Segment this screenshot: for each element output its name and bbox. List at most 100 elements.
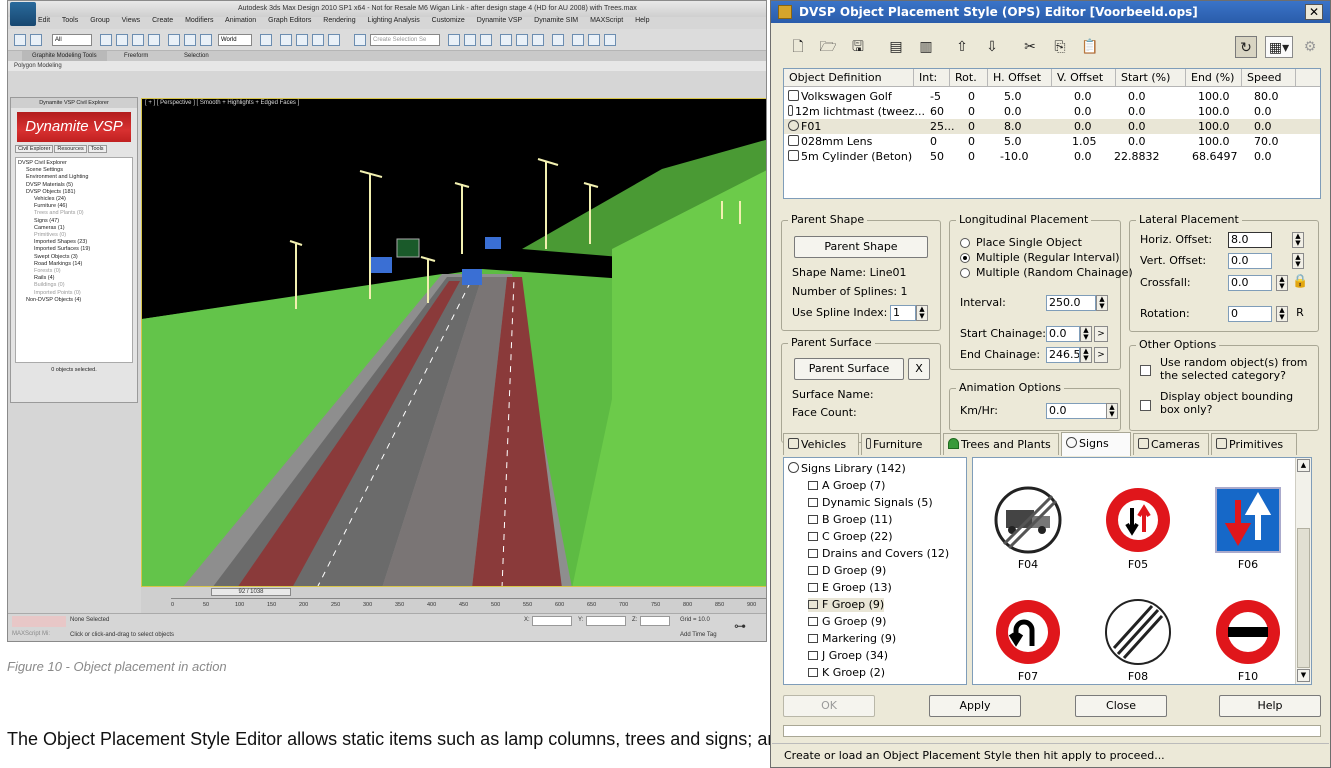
interval-spinner[interactable]: ▲ ▼	[1096, 295, 1108, 311]
move-up-icon[interactable]: ⇧	[951, 36, 973, 58]
tab-signs[interactable]: Signs	[1061, 432, 1131, 456]
kmhr-spinner[interactable]: ▲ ▼	[1106, 403, 1118, 419]
object-definition-list[interactable]: Object Definition Int: Rot. H. Offset V.…	[783, 68, 1321, 199]
render-production-icon[interactable]	[604, 34, 616, 46]
tab-vehicles[interactable]: Vehicles	[783, 433, 859, 455]
menu-animation[interactable]: Animation	[225, 17, 256, 24]
menu-graph-editors[interactable]: Graph Editors	[268, 17, 311, 24]
tree-item[interactable]: Imported Surfaces (19)	[18, 246, 130, 253]
add-time-tag[interactable]: Add Time Tag	[680, 632, 717, 638]
vert-offset-spinner[interactable]: ▲ ▼	[1292, 253, 1304, 269]
tree-item[interactable]: DVSP Objects (181)	[18, 189, 130, 196]
rotation-spinner[interactable]: ▲ ▼	[1276, 306, 1288, 322]
app-icon[interactable]	[778, 5, 792, 19]
start-chainage-pick-button[interactable]: >	[1094, 326, 1108, 342]
library-folder[interactable]: C Groep (22)	[808, 530, 893, 544]
close-window-button[interactable]: ✕	[1305, 4, 1323, 20]
sign-tile-f06[interactable]: F06	[1213, 486, 1283, 571]
tab-furniture[interactable]: Furniture	[861, 433, 941, 455]
snaps-icon[interactable]	[280, 34, 292, 46]
window-crossing-icon[interactable]	[148, 34, 160, 46]
horiz-offset-input[interactable]: 8.0	[1228, 232, 1272, 248]
tree-item[interactable]: Primitives (0)	[18, 232, 130, 239]
vert-offset-input[interactable]: 0.0	[1228, 253, 1272, 269]
unlink-icon[interactable]	[30, 34, 42, 46]
align-icon[interactable]	[464, 34, 476, 46]
tab-civil-explorer[interactable]: Civil Explorer	[15, 145, 54, 153]
perspective-viewport[interactable]: [ + ] [ Perspective ] [ Smooth + Highlig…	[141, 98, 766, 587]
menu-lighting-analysis[interactable]: Lighting Analysis	[368, 17, 420, 24]
angle-snap-icon[interactable]	[296, 34, 308, 46]
tree-item[interactable]: Scene Settings	[18, 167, 130, 174]
scroll-thumb[interactable]	[1297, 528, 1310, 668]
lock-icon[interactable]: 🔒	[1292, 275, 1308, 291]
interval-input[interactable]: 250.0	[1046, 295, 1096, 311]
menu-edit[interactable]: Edit	[38, 17, 50, 24]
rotation-input[interactable]: 0	[1228, 306, 1272, 322]
graphite-toggle-icon[interactable]	[500, 34, 512, 46]
key-mode-icon[interactable]: ⊶	[734, 619, 746, 633]
link-icon[interactable]	[14, 34, 26, 46]
ribbon-tab-selection[interactable]: Selection	[184, 51, 209, 61]
clear-surface-button[interactable]: X	[908, 358, 930, 380]
sign-tile-f10[interactable]: F10	[1213, 598, 1283, 683]
col-end[interactable]: End (%)	[1186, 69, 1242, 86]
tree-item[interactable]: Trees and Plants (0)	[18, 210, 130, 217]
auto-update-icon[interactable]: ↻	[1235, 36, 1257, 58]
library-folder[interactable]: Dynamic Signals (5)	[808, 496, 933, 510]
select-filter-dropdown[interactable]: All	[52, 34, 92, 46]
add-row-icon[interactable]: ▤	[885, 36, 907, 58]
view-options-icon[interactable]: ▦▾	[1265, 36, 1293, 58]
tab-tools[interactable]: Tools	[87, 145, 107, 153]
kmhr-input[interactable]: 0.0	[1046, 403, 1108, 419]
ref-coord-dropdown[interactable]: World	[218, 34, 252, 46]
settings-icon[interactable]: ⚙	[1299, 36, 1321, 58]
sign-tile-f05[interactable]: F05	[1103, 486, 1173, 571]
rotate-icon[interactable]	[184, 34, 196, 46]
scroll-down-arrow-icon[interactable]: ▼	[1297, 669, 1310, 682]
end-chainage-input[interactable]: 246.539	[1046, 347, 1080, 363]
sign-preview-grid[interactable]: F04 F05 F06 F07 F08 F10	[972, 457, 1312, 685]
menu-tools[interactable]: Tools	[62, 17, 78, 24]
tab-cameras[interactable]: Cameras	[1133, 433, 1209, 455]
selection-set-dropdown[interactable]: Create Selection Se	[370, 34, 440, 46]
col-start[interactable]: Start (%)	[1116, 69, 1186, 86]
tree-item[interactable]: Non-DVSP Objects (4)	[18, 297, 130, 304]
rendered-frame-icon[interactable]	[588, 34, 600, 46]
curve-editor-icon[interactable]	[516, 34, 528, 46]
time-slider[interactable]: 92 / 1038	[211, 588, 291, 596]
random-object-checkbox[interactable]	[1140, 365, 1151, 376]
col-int[interactable]: Int:	[914, 69, 950, 86]
save-icon[interactable]: 🖫	[847, 36, 869, 58]
tree-item[interactable]: Imported Shapes (23)	[18, 239, 130, 246]
library-folder[interactable]: B Groep (11)	[808, 513, 892, 527]
close-button[interactable]: Close	[1075, 695, 1167, 717]
col-v-offset[interactable]: V. Offset	[1052, 69, 1116, 86]
polygon-modeling-label[interactable]: Polygon Modeling	[14, 63, 62, 69]
col-speed[interactable]: Speed	[1242, 69, 1296, 86]
tree-item[interactable]: Buildings (0)	[18, 282, 130, 289]
render-setup-icon[interactable]	[572, 34, 584, 46]
maxscript-listener-mini[interactable]	[12, 616, 66, 627]
start-chainage-spinner[interactable]: ▲ ▼	[1080, 326, 1092, 342]
tree-item[interactable]: Vehicles (24)	[18, 196, 130, 203]
ok-button[interactable]: OK	[783, 695, 875, 717]
menu-dynamite-sim[interactable]: Dynamite SIM	[534, 17, 578, 24]
tree-item[interactable]: DVSP Civil Explorer	[18, 160, 130, 167]
maxscript-label[interactable]: MAXScript Mi:	[12, 631, 50, 637]
sign-tile-f04[interactable]: F04	[993, 486, 1063, 571]
library-folder[interactable]: D Groep (9)	[808, 564, 886, 578]
end-chainage-spinner[interactable]: ▲ ▼	[1080, 347, 1092, 363]
schematic-view-icon[interactable]	[532, 34, 544, 46]
menu-views[interactable]: Views	[122, 17, 141, 24]
table-row-selected[interactable]: F01 25... 0 8.0 0.0 0.0 100.0 0.0	[784, 119, 1320, 134]
library-folder[interactable]: J Groep (34)	[808, 649, 888, 663]
new-file-icon[interactable]: 🗋	[787, 36, 809, 58]
menu-customize[interactable]: Customize	[432, 17, 465, 24]
library-folder[interactable]: E Groep (13)	[808, 581, 892, 595]
scale-icon[interactable]	[200, 34, 212, 46]
start-chainage-input[interactable]: 0.0	[1046, 326, 1080, 342]
help-button[interactable]: Help	[1219, 695, 1321, 717]
pivot-icon[interactable]	[260, 34, 272, 46]
tree-item[interactable]: Imported Points (0)	[18, 290, 130, 297]
